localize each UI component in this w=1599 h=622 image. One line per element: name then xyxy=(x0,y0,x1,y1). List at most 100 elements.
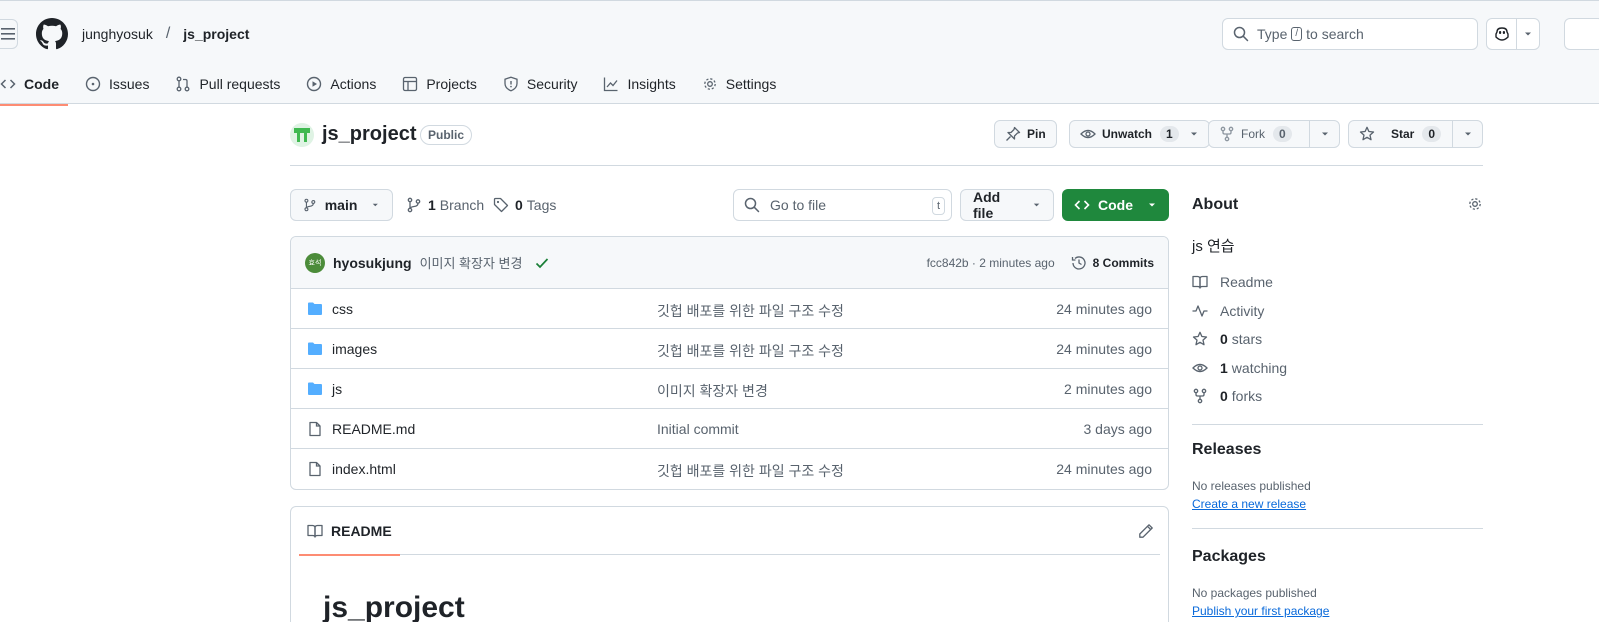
file-row[interactable]: README.md Initial commit 3 days ago xyxy=(291,409,1168,449)
tab-issues[interactable]: Issues xyxy=(76,63,158,105)
pencil-icon[interactable] xyxy=(1138,523,1154,539)
unwatch-button[interactable]: Unwatch 1 xyxy=(1069,120,1210,148)
pin-label: Pin xyxy=(1027,127,1046,141)
tab-label: Code xyxy=(24,76,59,92)
table-icon xyxy=(403,76,418,92)
go-to-file-input[interactable]: Go to file t xyxy=(733,189,952,221)
file-name-link[interactable]: README.md xyxy=(332,421,415,437)
file-row[interactable]: js 이미지 확장자 변경 2 minutes ago xyxy=(291,369,1168,409)
about-heading: About xyxy=(1192,196,1239,213)
file-commit-time: 2 minutes ago xyxy=(1064,381,1152,397)
graph-icon xyxy=(604,77,618,92)
releases-empty-text: No releases published xyxy=(1192,479,1311,493)
commit-message-link[interactable]: 이미지 확장자 변경 xyxy=(420,253,523,272)
readme-link-label: Readme xyxy=(1220,274,1273,290)
repo-owner-avatar[interactable] xyxy=(290,123,314,147)
github-logo-icon[interactable] xyxy=(36,18,68,50)
repo-name-link[interactable]: js_project xyxy=(322,123,416,146)
publish-package-link[interactable]: Publish your first package xyxy=(1192,604,1329,618)
global-search-input[interactable]: Type / to search xyxy=(1222,18,1478,50)
commit-sha-time[interactable]: fcc842b · 2 minutes ago xyxy=(927,256,1055,270)
tab-label: Actions xyxy=(330,76,377,92)
file-commit-message[interactable]: 이미지 확장자 변경 xyxy=(657,381,768,401)
stars-link[interactable]: 0 stars xyxy=(1192,331,1262,347)
commits-label: 8 Commits xyxy=(1092,256,1154,270)
releases-heading[interactable]: Releases xyxy=(1192,441,1261,459)
readme-link[interactable]: Readme xyxy=(1192,274,1273,290)
tab-security[interactable]: Security xyxy=(494,63,587,105)
commit-author-avatar[interactable]: 효석 xyxy=(305,252,325,273)
file-row[interactable]: images 깃헙 배포를 위한 파일 구조 수정 24 minutes ago xyxy=(291,329,1168,369)
file-commit-message[interactable]: 깃헙 배포를 위한 파일 구조 수정 xyxy=(657,341,844,361)
commit-meta: fcc842b · 2 minutes ago 8 Commits xyxy=(927,237,1154,289)
search-icon xyxy=(744,197,760,213)
visibility-badge: Public xyxy=(420,125,473,145)
gear-icon[interactable] xyxy=(1467,196,1483,212)
file-commit-time: 24 minutes ago xyxy=(1056,341,1152,357)
file-commit-time: 3 days ago xyxy=(1083,421,1153,437)
activity-link[interactable]: Activity xyxy=(1192,303,1264,319)
forks-count: 0 xyxy=(1220,388,1228,404)
readme-panel: README js_project xyxy=(290,506,1169,622)
file-row[interactable]: css 깃헙 배포를 위한 파일 구조 수정 24 minutes ago xyxy=(291,289,1168,329)
readme-tab[interactable]: README xyxy=(299,507,400,556)
tab-label: Insights xyxy=(627,76,676,92)
branch-icon xyxy=(304,198,316,212)
tags-link[interactable]: 0 Tags xyxy=(493,189,556,221)
file-name-link[interactable]: css xyxy=(332,301,353,317)
check-icon[interactable] xyxy=(534,255,550,271)
file-commit-message[interactable]: Initial commit xyxy=(657,421,739,437)
file-row[interactable]: index.html 깃헙 배포를 위한 파일 구조 수정 24 minutes… xyxy=(291,449,1168,489)
unwatch-label: Unwatch xyxy=(1102,127,1153,141)
stars-count: 0 xyxy=(1220,331,1228,347)
file-commit-message[interactable]: 깃헙 배포를 위한 파일 구조 수정 xyxy=(657,301,844,321)
file-name-link[interactable]: images xyxy=(332,341,377,357)
star-label: Star xyxy=(1391,127,1415,141)
commits-history-link[interactable]: 8 Commits xyxy=(1071,255,1154,271)
copilot-button[interactable] xyxy=(1486,18,1540,50)
chevron-down-icon xyxy=(1190,132,1197,136)
copilot-dropdown[interactable] xyxy=(1517,29,1539,39)
packages-heading[interactable]: Packages xyxy=(1192,548,1266,566)
file-commit-message[interactable]: 깃헙 배포를 위한 파일 구조 수정 xyxy=(657,461,844,481)
search-icon xyxy=(1233,26,1249,42)
create-release-link[interactable]: Create a new release xyxy=(1192,497,1306,511)
commit-author-link[interactable]: hyosukjung xyxy=(333,255,412,271)
branch-icon xyxy=(407,197,421,213)
breadcrumb-separator: / xyxy=(165,25,171,42)
star-dropdown[interactable] xyxy=(1452,121,1482,147)
tab-projects[interactable]: Projects xyxy=(393,63,486,105)
header-overflow-button[interactable] xyxy=(1564,18,1599,50)
menu-button[interactable] xyxy=(0,19,18,49)
search-prefix: Type xyxy=(1257,26,1288,42)
tab-insights[interactable]: Insights xyxy=(594,63,684,105)
watching-link[interactable]: 1 watching xyxy=(1192,360,1287,376)
chevron-down-icon xyxy=(1149,203,1155,207)
branches-link[interactable]: 1 Branch xyxy=(406,189,484,221)
pull-request-icon xyxy=(177,76,190,92)
file-name-link[interactable]: js xyxy=(332,381,342,397)
tab-settings[interactable]: Settings xyxy=(693,63,786,105)
chevron-down-icon xyxy=(1464,132,1471,136)
copilot-main[interactable] xyxy=(1487,19,1517,49)
tab-label: Security xyxy=(526,76,578,92)
fork-button[interactable]: Fork 0 xyxy=(1208,120,1340,148)
add-file-button[interactable]: Add file xyxy=(960,189,1054,221)
breadcrumb-repo-link[interactable]: js_project xyxy=(183,26,249,42)
file-icon xyxy=(309,461,321,477)
branch-selector[interactable]: main xyxy=(290,189,393,221)
code-dropdown-button[interactable]: Code xyxy=(1062,189,1169,221)
tab-pull-requests[interactable]: Pull requests xyxy=(166,63,289,105)
file-name-link[interactable]: index.html xyxy=(332,461,396,477)
tab-actions[interactable]: Actions xyxy=(297,63,385,105)
pin-button[interactable]: Pin xyxy=(994,120,1057,148)
go-to-file-shortcut-key: t xyxy=(931,197,945,215)
issue-icon xyxy=(85,76,101,92)
breadcrumb-owner-link[interactable]: junghyosuk xyxy=(82,26,153,42)
forks-link[interactable]: 0 forks xyxy=(1192,388,1262,404)
fork-dropdown[interactable] xyxy=(1309,121,1339,147)
watch-counter: 1 xyxy=(1160,126,1179,142)
star-button[interactable]: Star 0 xyxy=(1348,120,1483,148)
go-to-file-placeholder: Go to file xyxy=(770,197,827,213)
tab-code[interactable]: Code xyxy=(0,63,68,106)
